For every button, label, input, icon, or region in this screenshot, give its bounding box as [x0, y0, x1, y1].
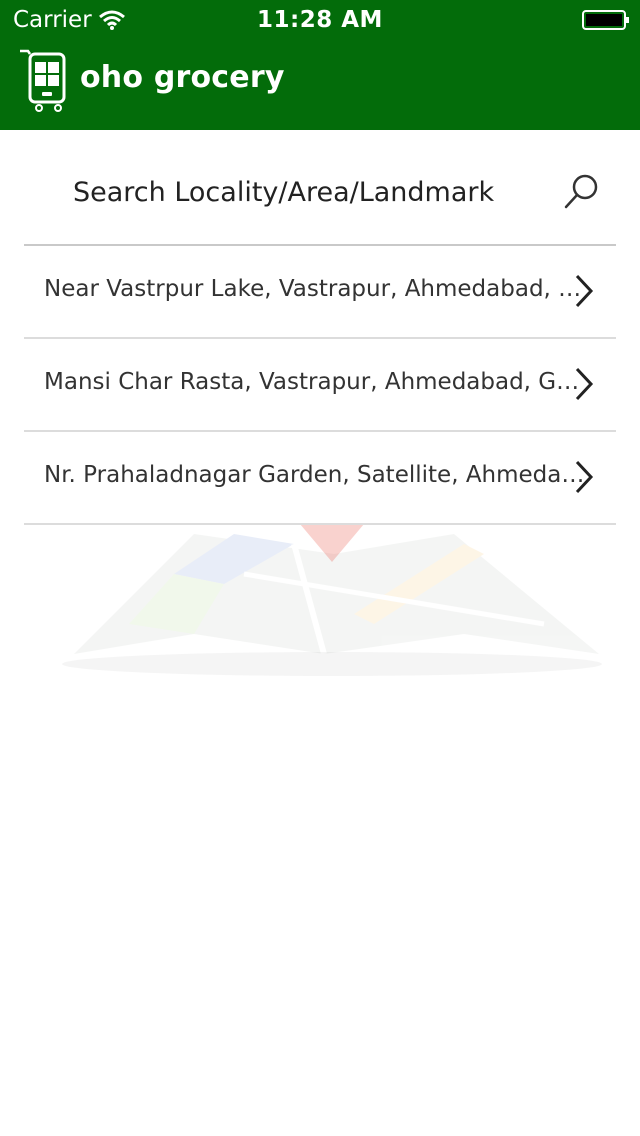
location-label: Nr. Prahaladnagar Garden, Satellite, Ahm… — [44, 462, 592, 488]
search-input[interactable] — [73, 170, 553, 214]
location-label: Near Vastrpur Lake, Vastrapur, Ahmedabad… — [44, 276, 592, 302]
status-bar: Carrier 11:28 AM — [0, 0, 640, 40]
chevron-right-icon — [575, 460, 594, 494]
clock: 11:28 AM — [257, 7, 383, 33]
location-label: Mansi Char Rasta, Vastrapur, Ahmedabad, … — [44, 369, 592, 395]
location-item[interactable]: Nr. Prahaladnagar Garden, Satellite, Ahm… — [24, 432, 616, 525]
search-icon[interactable] — [562, 172, 602, 212]
search-bar — [24, 144, 616, 246]
app-title: oho grocery — [80, 60, 285, 95]
chevron-right-icon — [575, 274, 594, 308]
location-list: Near Vastrpur Lake, Vastrapur, Ahmedabad… — [24, 246, 616, 525]
location-item[interactable]: Mansi Char Rasta, Vastrapur, Ahmedabad, … — [24, 339, 616, 432]
phone-cart-icon — [20, 49, 66, 112]
app-header: Carrier 11:28 AM oho grocery — [0, 0, 640, 130]
battery-icon — [582, 10, 629, 30]
chevron-right-icon — [575, 367, 594, 401]
map-icon — [62, 524, 602, 676]
location-item[interactable]: Near Vastrpur Lake, Vastrapur, Ahmedabad… — [24, 246, 616, 339]
